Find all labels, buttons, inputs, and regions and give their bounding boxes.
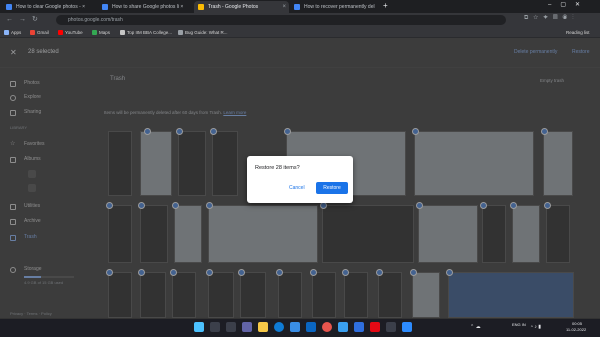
netflix-icon[interactable] [370, 322, 380, 332]
bookmark-label: Apps [11, 30, 22, 35]
bookmark-label: YouTube [65, 30, 83, 35]
bookmark-label: Bug Guide: What R... [185, 30, 228, 35]
bookmark-label: Maps [99, 30, 111, 35]
docs-icon [102, 4, 108, 10]
bookmark-bugguide[interactable]: Bug Guide: What R... [178, 28, 228, 37]
reading-list-label: Reading list [566, 30, 590, 35]
clock-time[interactable]: 00:05 [572, 321, 582, 326]
search-icon[interactable] [210, 322, 220, 332]
start-icon[interactable] [194, 322, 204, 332]
tab-label: How to share Google photos li × [112, 4, 184, 10]
tab-recover[interactable]: How to recover permanently del [290, 1, 385, 13]
zoom-icon[interactable] [402, 322, 412, 332]
store-icon[interactable] [290, 322, 300, 332]
tab-label: Trash - Google Photos [208, 4, 259, 10]
nav-buttons[interactable]: ←→↻ [6, 15, 44, 23]
bookmark-label: Top IIM BBA College... [127, 30, 173, 35]
bookmark-maps[interactable]: Maps [92, 28, 110, 37]
tab-share-photos[interactable]: How to share Google photos li × [98, 1, 193, 13]
language-indicator[interactable]: ENG IN [512, 322, 526, 327]
vscode-icon[interactable] [338, 322, 348, 332]
tab-label: How to recover permanently del [304, 4, 375, 10]
new-tab-icon[interactable]: + [383, 1, 388, 10]
site-icon [178, 30, 183, 36]
gmail-icon [30, 30, 35, 36]
restore-button[interactable]: Restore [316, 182, 348, 194]
bookmarks-bar [0, 27, 600, 38]
extension-icons[interactable]: ⧉☆✦▤◉⋮ [524, 15, 579, 22]
bookmark-gmail[interactable]: Gmail [30, 28, 49, 37]
file-explorer-icon[interactable] [258, 322, 268, 332]
tray-icons[interactable]: ⌃ ☁ [470, 324, 481, 330]
app-icon[interactable] [386, 322, 396, 332]
tab-clear-photos[interactable]: How to clear Google photos - × [2, 1, 97, 13]
tab-trash[interactable]: Trash - Google Photos × [194, 1, 289, 13]
edge-icon[interactable] [274, 322, 284, 332]
clock-date[interactable]: 11-02-2022 [566, 327, 586, 332]
bookmark-youtube[interactable]: YouTube [58, 28, 83, 37]
site-icon [120, 30, 125, 36]
restore-dialog: Restore 28 items? Cancel Restore [247, 156, 353, 203]
cancel-button[interactable]: Cancel [289, 185, 305, 191]
chrome-icon[interactable] [322, 322, 332, 332]
url-text: photos.google.com/trash [68, 17, 123, 23]
close-icon[interactable]: × [282, 1, 286, 13]
apps-icon [4, 30, 9, 36]
reading-list[interactable]: Reading list [566, 28, 590, 37]
word-icon[interactable] [354, 322, 364, 332]
wifi-sound-icons[interactable]: ◔ ♪ ▮ [530, 324, 541, 330]
mail-icon[interactable] [306, 322, 316, 332]
dialog-title: Restore 28 items? [255, 165, 300, 171]
tab-label: How to clear Google photos - × [16, 4, 86, 10]
youtube-icon [58, 30, 63, 36]
bookmark-iim[interactable]: Top IIM BBA College... [120, 28, 172, 37]
task-view-icon[interactable] [226, 322, 236, 332]
docs-icon [294, 4, 300, 10]
window-controls[interactable]: ‒▢✕ [548, 1, 589, 8]
bookmark-apps[interactable]: Apps [4, 28, 21, 37]
photos-icon [198, 4, 204, 10]
docs-icon [6, 4, 12, 10]
maps-icon [92, 30, 97, 36]
teams-icon[interactable] [242, 322, 252, 332]
taskbar [0, 318, 600, 337]
address-bar[interactable]: photos.google.com/trash [56, 15, 506, 25]
bookmark-label: Gmail [37, 30, 49, 35]
